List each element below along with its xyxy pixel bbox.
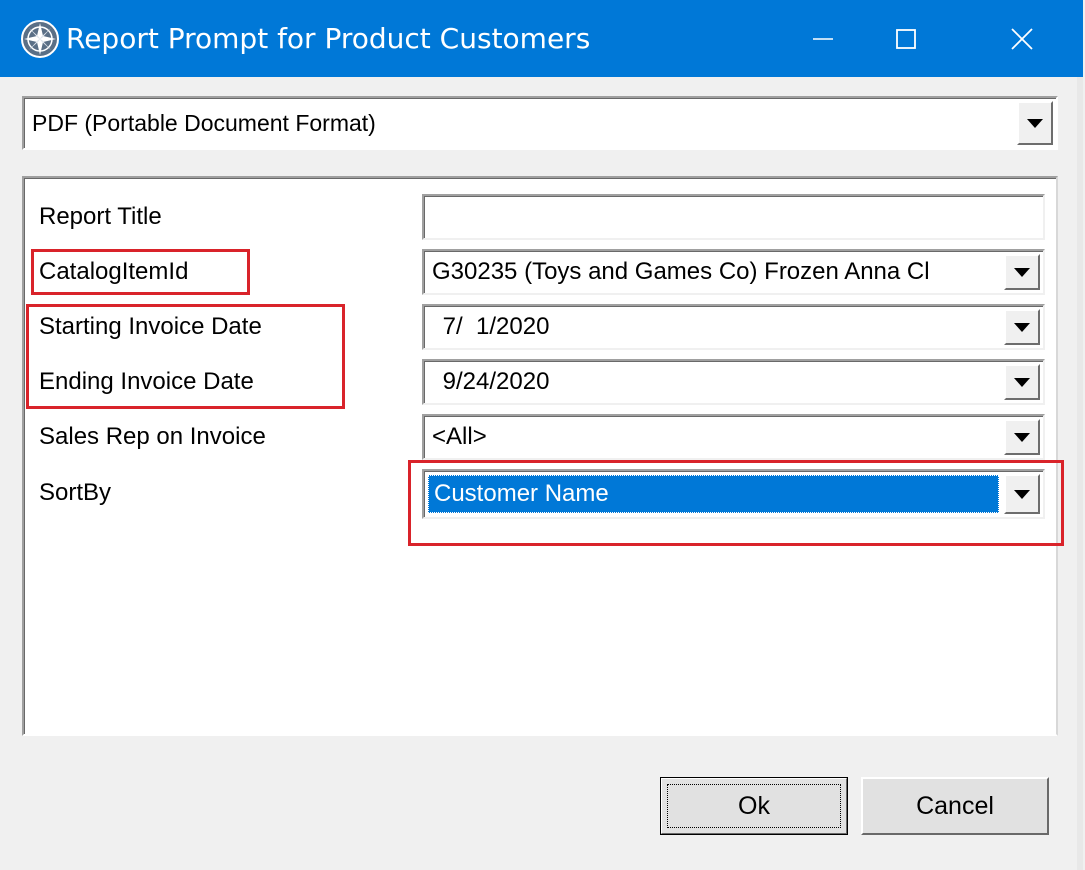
close-button[interactable]	[974, 0, 1070, 77]
report-title-input[interactable]	[422, 194, 1045, 240]
ok-button[interactable]: Ok	[660, 777, 848, 835]
catalog-item-id-dropdown-button[interactable]	[1004, 254, 1040, 290]
sort-by-label: SortBy	[39, 479, 112, 506]
chevron-down-icon	[1014, 489, 1030, 499]
maximize-button[interactable]	[858, 0, 954, 77]
sales-rep-dropdown-button[interactable]	[1004, 419, 1040, 455]
output-format-value: PDF (Portable Document Format)	[32, 109, 376, 136]
minimize-button[interactable]	[775, 0, 871, 77]
report-prompt-dialog: Report Prompt for Product Customers PDF …	[0, 0, 1083, 870]
chevron-down-icon	[1027, 118, 1043, 128]
chevron-down-icon	[1014, 322, 1030, 332]
catalog-item-id-select[interactable]: G30235 (Toys and Games Co) Frozen Anna C…	[422, 249, 1045, 295]
ending-invoice-date-value: 9/24/2020	[436, 368, 550, 395]
close-icon	[1011, 27, 1033, 50]
chevron-down-icon	[1014, 377, 1030, 387]
starting-invoice-date-value: 7/ 1/2020	[436, 313, 550, 340]
sales-rep-label: Sales Rep on Invoice	[39, 423, 266, 450]
output-format-dropdown-button[interactable]	[1017, 101, 1053, 145]
ending-invoice-date-picker[interactable]: 9/24/2020	[422, 359, 1045, 405]
starting-invoice-date-picker[interactable]: 7/ 1/2020	[422, 304, 1045, 350]
sales-rep-value: <All>	[432, 423, 487, 450]
catalog-item-id-label: CatalogItemId	[39, 258, 189, 285]
starting-invoice-date-label: Starting Invoice Date	[39, 313, 262, 340]
focus-rect	[667, 784, 841, 828]
report-title-label: Report Title	[39, 203, 162, 230]
title-bar[interactable]: Report Prompt for Product Customers	[0, 0, 1083, 77]
sort-by-value: Customer Name	[428, 475, 999, 513]
ending-invoice-date-dropdown-button[interactable]	[1004, 364, 1040, 400]
minimize-icon	[813, 37, 833, 40]
catalog-item-id-value: G30235 (Toys and Games Co) Frozen Anna C…	[432, 258, 930, 285]
output-format-select[interactable]: PDF (Portable Document Format)	[22, 96, 1058, 150]
starting-invoice-date-dropdown-button[interactable]	[1004, 309, 1040, 345]
cancel-button[interactable]: Cancel	[861, 777, 1049, 835]
chevron-down-icon	[1014, 267, 1030, 277]
compass-icon	[21, 20, 59, 58]
sort-by-select[interactable]: Customer Name	[422, 469, 1045, 519]
right-edge-strip	[1077, 77, 1083, 870]
chevron-down-icon	[1014, 432, 1030, 442]
sort-by-dropdown-button[interactable]	[1004, 474, 1040, 514]
cancel-button-label: Cancel	[916, 791, 994, 820]
sales-rep-select[interactable]: <All>	[422, 414, 1045, 460]
window-title: Report Prompt for Product Customers	[66, 22, 591, 55]
ending-invoice-date-label: Ending Invoice Date	[39, 368, 254, 395]
maximize-icon	[896, 28, 916, 49]
